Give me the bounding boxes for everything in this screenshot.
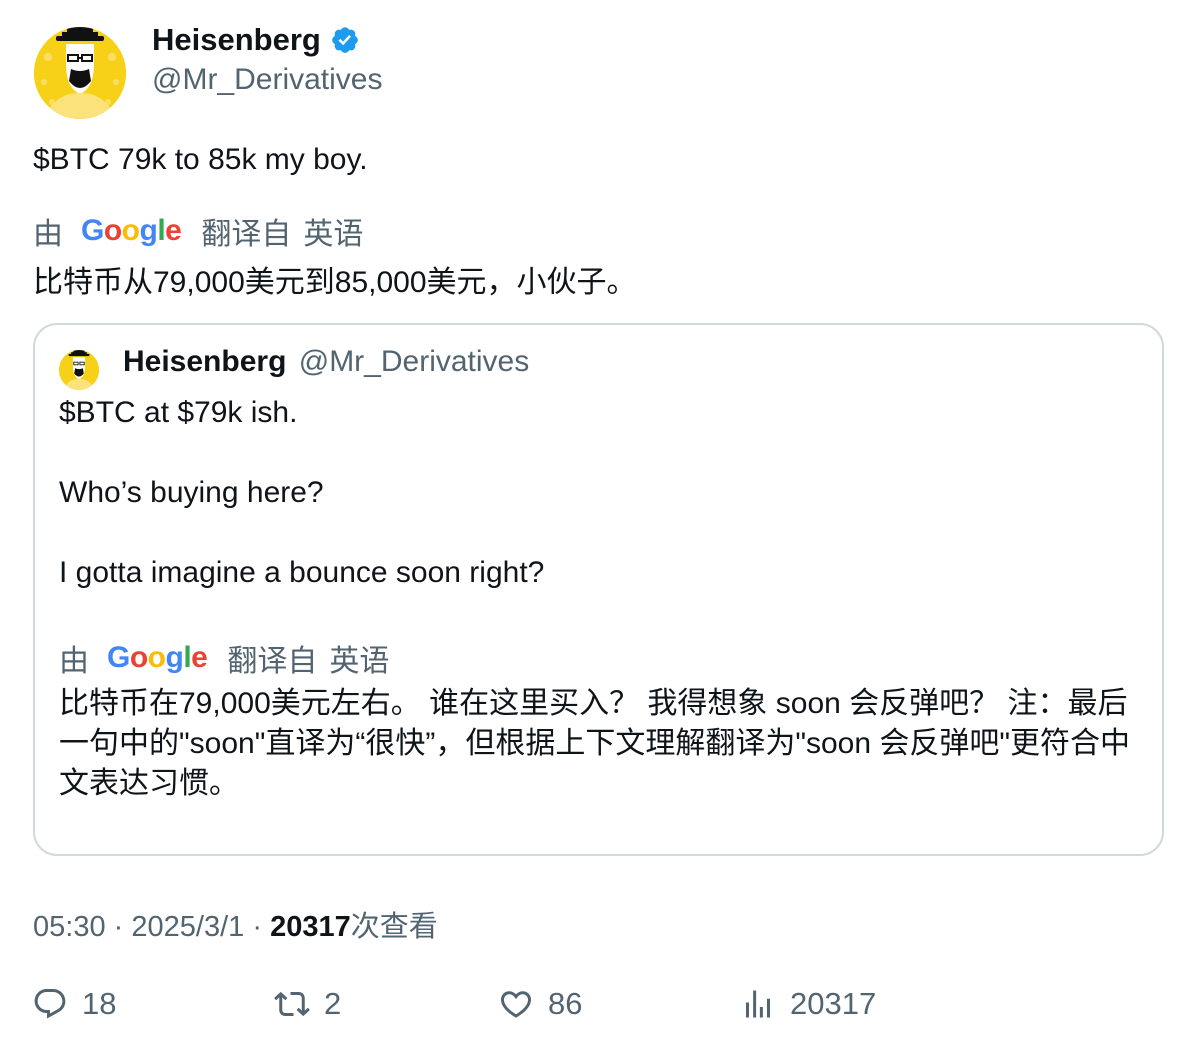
- like-button[interactable]: 86: [498, 986, 582, 1022]
- reply-count: 18: [82, 986, 117, 1021]
- translate-by-label: 由: [59, 645, 89, 678]
- quoted-handle: @Mr_Derivatives: [298, 345, 530, 378]
- tweet-translation: 比特币从79,000美元到85,000美元，小伙子。: [33, 266, 637, 299]
- heart-icon: [500, 991, 532, 1018]
- action-bar: 18 2 86 20317: [0, 986, 1196, 1036]
- verified-badge-icon[interactable]: [330, 25, 360, 55]
- author-display-name[interactable]: Heisenberg: [152, 22, 321, 58]
- meta-separator: ·: [113, 911, 124, 943]
- avatar-image: [34, 27, 126, 119]
- quoted-display-name: Heisenberg: [123, 345, 287, 378]
- repost-button[interactable]: 2: [274, 986, 341, 1022]
- tweet-date[interactable]: 2025/3/1: [131, 911, 244, 943]
- quoted-text-line: I gotta imagine a bounce soon right?: [59, 556, 545, 589]
- like-count: 86: [548, 986, 583, 1021]
- tweet-text: $BTC 79k to 85k my boy.: [33, 143, 368, 176]
- meta-separator: ·: [252, 911, 262, 943]
- tweet-time[interactable]: 05:30: [33, 911, 106, 943]
- translate-by-label: 由: [33, 218, 63, 251]
- views-count: 20317: [270, 911, 351, 943]
- views-action-count: 20317: [790, 986, 877, 1021]
- views-button[interactable]: 20317: [740, 986, 876, 1022]
- author-handle[interactable]: @Mr_Derivatives: [152, 63, 383, 97]
- quoted-text-line: $BTC at $79k ish.: [59, 396, 298, 429]
- quoted-text-line: Who’s buying here?: [59, 476, 324, 509]
- quoted-tweet-card[interactable]: Heisenberg @Mr_Derivatives $BTC at $79k …: [33, 323, 1164, 856]
- author-avatar[interactable]: [34, 27, 126, 119]
- quoted-author-avatar: [59, 350, 99, 390]
- tweet-meta: 05:30 · 2025/3/1 · 20317次查看: [33, 903, 438, 945]
- source-language: 英语: [329, 645, 390, 678]
- translated-from-label: 翻译自: [201, 218, 292, 251]
- quoted-translate-attribution[interactable]: 由 Google 翻译自 英语: [59, 636, 389, 680]
- repost-count: 2: [324, 986, 342, 1021]
- repost-icon: [274, 991, 310, 1017]
- reply-icon: [34, 989, 66, 1019]
- translate-attribution[interactable]: 由 Google 翻译自 英语: [33, 209, 363, 253]
- avatar-image: [59, 350, 99, 390]
- source-language: 英语: [303, 218, 364, 251]
- quoted-translation: 比特币在79,000美元左右。 谁在这里买入？ 我得想象 soon 会反弹吧？ …: [59, 687, 1131, 800]
- author-name-row[interactable]: Heisenberg: [152, 22, 360, 58]
- reply-button[interactable]: 18: [32, 986, 116, 1022]
- google-logo: Google: [81, 214, 182, 247]
- quoted-author-row: Heisenberg @Mr_Derivatives: [123, 345, 529, 379]
- google-logo: Google: [107, 641, 208, 674]
- views-label: 次查看: [350, 911, 438, 943]
- analytics-icon: [746, 990, 770, 1018]
- translated-from-label: 翻译自: [227, 645, 318, 678]
